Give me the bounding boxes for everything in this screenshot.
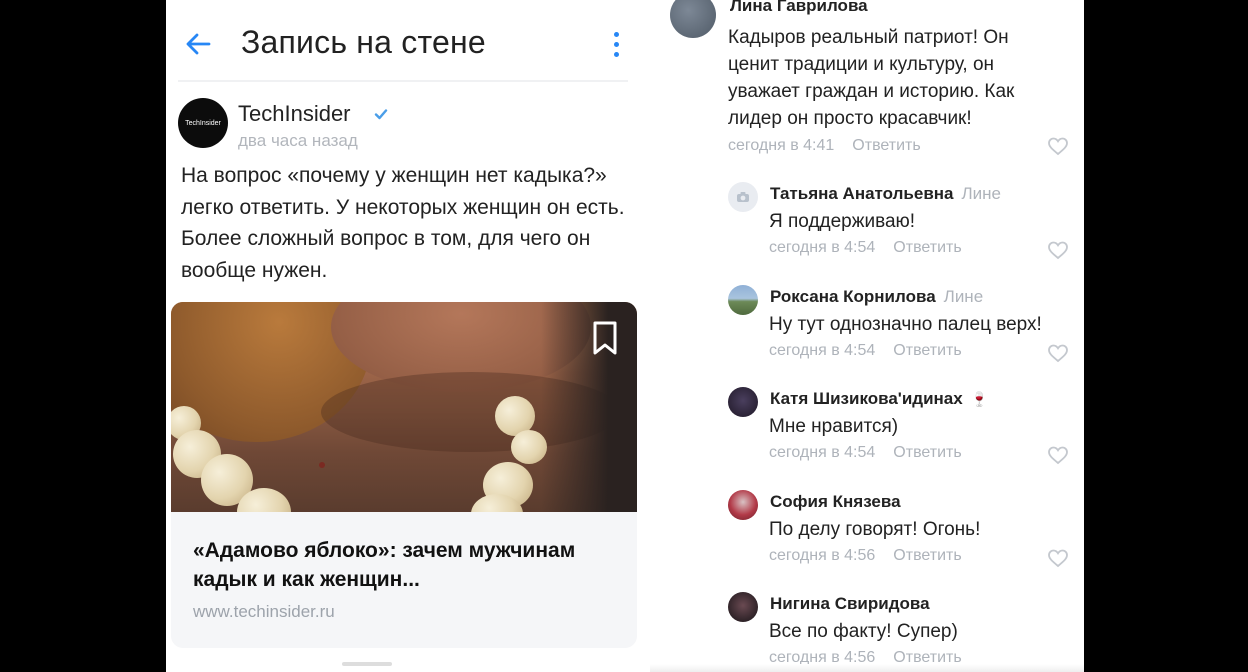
reply-item: Татьяна Анатольевна Лине Я поддерживаю! с…	[650, 182, 1084, 278]
like-heart-icon[interactable]	[1047, 240, 1069, 260]
reply-text: Мне нравится)	[769, 416, 899, 437]
link-title[interactable]: «Адамово яблоко»: зачем мужчинам кадык и…	[193, 536, 613, 594]
link-domain: www.techinsider.ru	[193, 602, 335, 621]
avatar[interactable]	[728, 387, 758, 417]
author-name[interactable]: TechInsider	[238, 101, 351, 127]
reply-text: По делу говорят! Огонь!	[769, 519, 981, 540]
author-avatar[interactable]: TechInsider	[178, 98, 228, 148]
reply-item: София Князева По делу говорят! Огонь! се…	[650, 490, 1084, 586]
reply-author[interactable]: Роксана Корнилова Лине	[770, 287, 983, 307]
reply-button[interactable]: Ответить	[893, 547, 961, 564]
reply-item: Нигина Свиридова Все по факту! Супер) се…	[650, 592, 1084, 672]
wine-glass-icon: 🍷	[970, 391, 989, 407]
avatar[interactable]	[728, 592, 758, 622]
avatar[interactable]	[670, 0, 716, 38]
like-heart-icon[interactable]	[1047, 445, 1069, 465]
reply-button[interactable]: Ответить	[893, 239, 961, 256]
reply-button[interactable]: Ответить	[893, 444, 961, 461]
link-card[interactable]: «Адамово яблоко»: зачем мужчинам кадык и…	[171, 302, 637, 648]
reply-author[interactable]: Нигина Свиридова	[770, 594, 930, 614]
reply-to[interactable]: Лине	[944, 287, 984, 306]
header: Запись на стене	[166, 0, 650, 80]
reply-meta: сегодня в 4:56 Ответить	[769, 547, 962, 565]
reply-button[interactable]: Ответить	[893, 342, 961, 359]
reply-button[interactable]: Ответить	[852, 137, 920, 154]
reply-text: Ну тут однозначно палец верх!	[769, 314, 1042, 335]
reply-text: Все по факту! Супер)	[769, 621, 958, 642]
reply-meta: сегодня в 4:54 Ответить	[769, 342, 962, 360]
avatar[interactable]	[728, 182, 758, 212]
avatar[interactable]	[728, 490, 758, 520]
camera-placeholder-icon	[737, 192, 749, 202]
reply-item: Катя Шизикова'идинах 🍷 Мне нравится) сего…	[650, 387, 1084, 483]
back-arrow-icon	[186, 33, 211, 55]
bookmark-icon[interactable]	[589, 320, 621, 356]
like-heart-icon[interactable]	[1047, 548, 1069, 568]
right-margin	[1084, 0, 1248, 672]
reply-text: Я поддерживаю!	[769, 211, 916, 232]
reply-author[interactable]: Катя Шизикова'идинах 🍷	[770, 389, 988, 409]
more-options-button[interactable]	[604, 26, 628, 62]
left-margin	[0, 0, 166, 672]
comment-text: Кадыров реальный патриот! Он ценит тради…	[728, 27, 1015, 129]
comment-time: сегодня в 4:41	[728, 137, 835, 154]
post-panel: Запись на стене TechInsider TechInsider …	[166, 0, 650, 672]
reply-time: сегодня в 4:56	[769, 547, 876, 564]
reply-item: Роксана Корнилова Лине Ну тут однозначно …	[650, 285, 1084, 381]
back-button[interactable]	[180, 26, 216, 62]
like-heart-icon[interactable]	[1047, 136, 1069, 156]
post-time: два часа назад	[238, 131, 358, 150]
more-vertical-icon	[613, 31, 619, 37]
page-title: Запись на стене	[241, 24, 486, 60]
reply-author[interactable]: Татьяна Анатольевна Лине	[770, 184, 1001, 204]
comments-panel: Лина Гаврилова Кадыров реальный патриот!…	[650, 0, 1084, 672]
header-divider	[178, 80, 628, 82]
reply-to[interactable]: Лине	[962, 184, 1002, 203]
reply-time: сегодня в 4:54	[769, 342, 876, 359]
reply-time: сегодня в 4:54	[769, 239, 876, 256]
reply-author[interactable]: София Князева	[770, 492, 901, 512]
post-text: На вопрос «почему у женщин нет кадыка?» …	[181, 164, 625, 282]
comment-author[interactable]: Лина Гаврилова	[730, 0, 868, 16]
reply-meta: сегодня в 4:54 Ответить	[769, 444, 962, 462]
comment-meta: сегодня в 4:41 Ответить	[728, 137, 921, 155]
like-heart-icon[interactable]	[1047, 343, 1069, 363]
reply-time: сегодня в 4:54	[769, 444, 876, 461]
reply-meta: сегодня в 4:54 Ответить	[769, 239, 962, 257]
verified-icon	[374, 109, 388, 120]
article-photo	[171, 302, 637, 512]
avatar[interactable]	[728, 285, 758, 315]
